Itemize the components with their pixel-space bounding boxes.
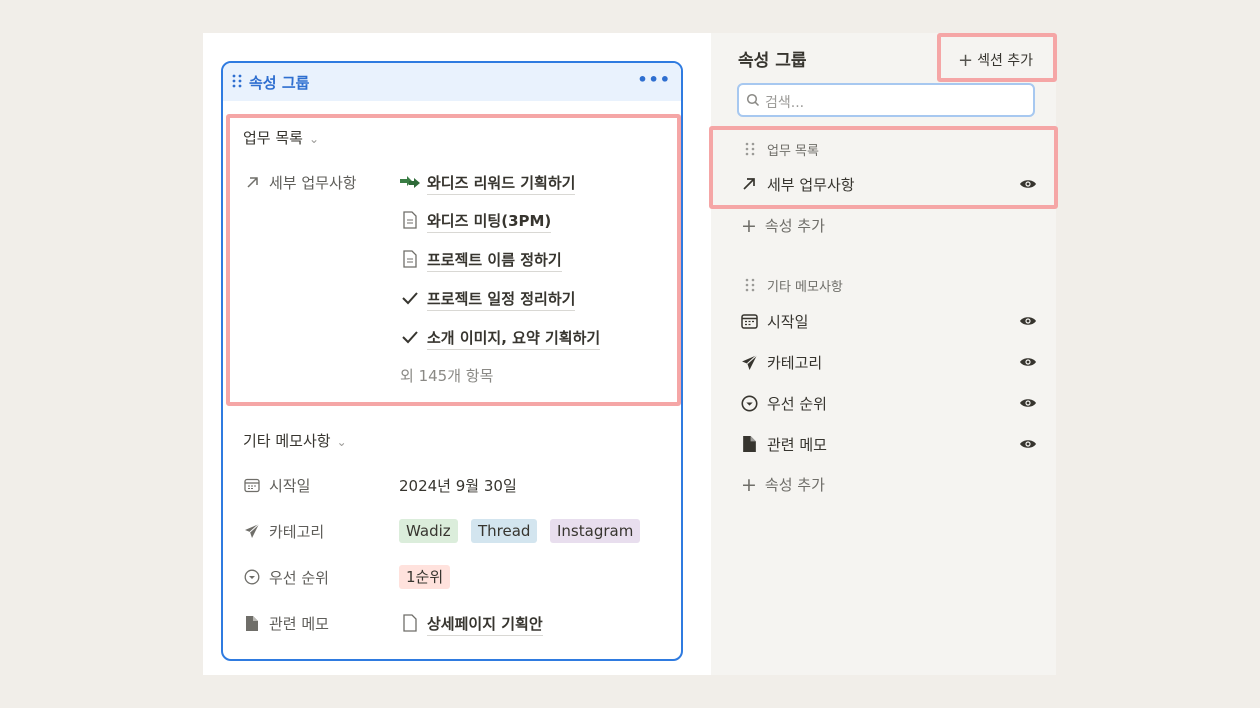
add-property-button[interactable]: + 속성 추가 <box>741 214 825 237</box>
group-label: 기타 메모사항 <box>767 280 843 295</box>
property-name: 우선 순위 <box>269 569 329 587</box>
highlight-box <box>937 33 1057 82</box>
highlight-box <box>226 114 681 406</box>
property-row-priority[interactable]: 우선 순위 <box>243 566 383 590</box>
property-name: 카테고리 <box>269 523 325 541</box>
drag-handle-icon[interactable] <box>232 74 242 88</box>
search-placeholder: 검색... <box>765 95 805 111</box>
eye-icon[interactable] <box>1019 438 1037 450</box>
plus-icon: + <box>741 215 757 237</box>
priority-tag[interactable]: 1순위 <box>399 565 451 589</box>
document-icon <box>243 614 261 632</box>
document-icon <box>739 434 759 454</box>
eye-icon[interactable] <box>1019 397 1037 409</box>
category-tag[interactable]: Instagram <box>550 519 641 543</box>
card-header: 속성 그룹 ••• <box>223 63 681 101</box>
panel-item-label: 카테고리 <box>767 354 823 372</box>
property-name: 시작일 <box>269 477 311 495</box>
add-property-label: 속성 추가 <box>764 217 825 235</box>
add-property-button[interactable]: + 속성 추가 <box>741 473 825 496</box>
property-row-category[interactable]: 카테고리 <box>243 520 383 544</box>
panel-item-priority[interactable]: 우선 순위 <box>739 391 1039 415</box>
chevron-down-icon: ⌄ <box>336 435 347 449</box>
panel-title: 속성 그룹 <box>738 51 807 71</box>
calendar-icon <box>243 476 261 494</box>
section-label: 기타 메모사항 <box>243 432 331 450</box>
eye-icon[interactable] <box>1019 356 1037 368</box>
panel-item-label: 시작일 <box>767 313 809 331</box>
add-property-label: 속성 추가 <box>764 476 825 494</box>
eye-icon[interactable] <box>1019 315 1037 327</box>
circle-chevron-icon <box>243 568 261 586</box>
start-date-value[interactable]: 2024년 9월 30일 <box>399 475 517 496</box>
property-row-start-date[interactable]: 시작일 <box>243 474 383 498</box>
section-header-other-notes[interactable]: 기타 메모사항 ⌄ <box>243 430 347 451</box>
plus-icon: + <box>741 474 757 496</box>
search-input[interactable]: 검색... <box>737 83 1035 117</box>
card-title: 속성 그룹 <box>249 74 310 92</box>
page-icon <box>399 613 421 633</box>
panel-item-related-memo[interactable]: 관련 메모 <box>739 432 1039 456</box>
drag-handle-icon[interactable] <box>745 278 755 292</box>
search-icon <box>746 93 760 107</box>
send-icon <box>243 522 261 540</box>
relation-item-label: 상세페이지 기획안 <box>427 613 543 636</box>
panel-item-label: 우선 순위 <box>767 395 827 413</box>
panel-item-label: 관련 메모 <box>767 436 827 454</box>
category-tag[interactable]: Wadiz <box>399 519 458 543</box>
property-row-related-memo[interactable]: 관련 메모 <box>243 612 383 636</box>
highlight-box <box>709 126 1058 209</box>
category-tag[interactable]: Thread <box>471 519 538 543</box>
calendar-icon <box>739 311 759 331</box>
send-icon <box>739 352 759 372</box>
panel-item-start-date[interactable]: 시작일 <box>739 309 1039 333</box>
more-options-button[interactable]: ••• <box>637 70 671 89</box>
panel-item-category[interactable]: 카테고리 <box>739 350 1039 374</box>
circle-chevron-icon <box>739 393 759 413</box>
property-name: 관련 메모 <box>269 615 329 633</box>
